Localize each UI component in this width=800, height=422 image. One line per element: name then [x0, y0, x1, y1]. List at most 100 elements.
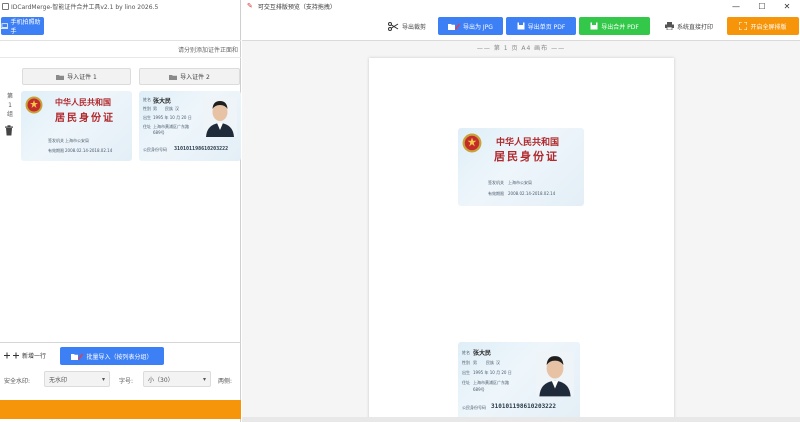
expand-icon: [739, 22, 748, 30]
app-icon: [2, 2, 9, 10]
export-jpg-button[interactable]: 导出为 JPG: [438, 17, 503, 35]
batch-import-label: 批量导入（按列表分组）: [86, 353, 153, 361]
maximize-button[interactable]: ☐: [749, 0, 775, 12]
id-number: 310101198610203222: [491, 403, 557, 410]
add-row-label: 新增一行: [22, 353, 47, 360]
divider: [242, 40, 800, 41]
address-line-2: 689号: [153, 130, 165, 135]
divider: [0, 57, 241, 58]
pen-icon: ✎: [247, 2, 253, 10]
left-window-titlebar: IDCardMerge-智能证件合并工具v2.1 by lino 2026.5: [0, 0, 240, 12]
nation-value: 汉: [175, 106, 179, 111]
name-label: 姓名: [143, 97, 151, 102]
folder-icon: [56, 74, 65, 80]
validity-value: 2008.02.14-2018.02.14: [508, 191, 556, 196]
fullscreen-layout-label: 开启全屏排版: [750, 23, 787, 31]
card-title: 居民身份证: [55, 113, 115, 124]
mobile-helper-button[interactable]: 手机拍照助手: [1, 17, 44, 35]
export-merged-pdf-label: 导出合并 PDF: [601, 23, 639, 31]
mobile-helper-label: 手机拍照助手: [10, 19, 41, 35]
folder-pen-icon: [71, 353, 84, 360]
page-label: —— 第 1 页 A4 画布 ——: [476, 45, 566, 52]
main-window: IDCardMerge-智能证件合并工具v2.1 by lino 2026.5 …: [0, 0, 241, 422]
horizontal-scrollbar[interactable]: [242, 417, 800, 422]
id-number: 310101198610203222: [174, 146, 229, 152]
left-window-title: IDCardMerge-智能证件合并工具v2.1 by lino 2026.5: [11, 3, 159, 11]
card-country: 中华人民共和国: [55, 98, 111, 107]
divider: [0, 342, 241, 343]
add-row-button[interactable]: 新增一行: [4, 348, 46, 363]
authority-value: 上海市公安局: [508, 180, 532, 185]
side-label: 两侧:: [218, 378, 233, 385]
preview-window-title: 可交互排版预览（支持拖拽）: [257, 3, 336, 11]
close-button[interactable]: ✕: [774, 0, 800, 12]
scissors-icon: [387, 21, 399, 31]
card-thumb-back[interactable]: 姓名 张大民 性别 男 民族 汉 出生 1995 年 10 月 20 日 住址 …: [139, 91, 241, 161]
authority-label: 签发机关: [488, 180, 504, 185]
import-front-button[interactable]: 导入证件 1: [22, 68, 131, 85]
card-title: 居民身份证: [494, 150, 559, 163]
divider: [0, 40, 241, 41]
canvas-card-front[interactable]: 中华人民共和国 居民身份证 签发机关 上海市公安局 有效期限 2008.02.1…: [458, 128, 584, 206]
crop-label: 导出裁剪: [401, 23, 426, 31]
generate-button[interactable]: [0, 400, 241, 419]
minimize-button[interactable]: —: [723, 0, 749, 12]
save-icon: [590, 22, 598, 30]
id-number-label: 公民身份号码: [143, 147, 167, 152]
toolbar: 导出裁剪 导出为 JPG 导出单页 PDF 导出合并 PDF 系统直接打印 开启…: [242, 12, 800, 40]
birth-label: 出生: [462, 370, 470, 375]
printer-icon: [664, 22, 674, 30]
name-value: 张大民: [473, 350, 492, 357]
import-front-label: 导入证件 1: [67, 74, 97, 81]
fullscreen-layout-button[interactable]: 开启全屏排版: [727, 17, 799, 35]
crop-button[interactable]: 导出裁剪: [380, 17, 434, 35]
name-value: 张大民: [153, 98, 172, 105]
font-size-label: 字号:: [119, 378, 134, 385]
folder-pen-icon: [448, 23, 461, 30]
watermark-label: 安全水印:: [4, 378, 31, 385]
export-pdf-button[interactable]: 导出单页 PDF: [506, 17, 576, 35]
birth-label: 出生: [143, 115, 151, 120]
a4-canvas[interactable]: 中华人民共和国 居民身份证 签发机关 上海市公安局 有效期限 2008.02.1…: [369, 58, 674, 422]
portrait-photo: [536, 351, 574, 397]
card-thumb-front[interactable]: 中华人民共和国 居民身份证 签发机关 上海市公安局 有效期限 2008.02.1…: [21, 91, 132, 161]
watermark-value: 无水印: [49, 376, 68, 384]
chevron-down-icon: ▾: [101, 375, 105, 383]
import-back-label: 导入证件 2: [180, 74, 210, 81]
name-label: 姓名: [462, 350, 470, 355]
address-label: 住址: [143, 124, 151, 129]
birth-value: 1995 年 10 月 20 日: [153, 115, 192, 120]
plus-icon: [4, 352, 19, 359]
address-line-2: 689号: [473, 387, 485, 392]
font-size-select[interactable]: 小（30） ▾: [143, 371, 211, 387]
hint-text: 请分别添加证件正面和: [177, 47, 238, 54]
authority-value: 上海市公安局: [65, 138, 89, 143]
address-label: 住址: [462, 380, 470, 385]
print-button[interactable]: 系统直接打印: [653, 17, 725, 35]
trash-icon[interactable]: [4, 125, 14, 136]
national-emblem-icon: [462, 133, 482, 153]
print-label: 系统直接打印: [676, 23, 713, 31]
sex-label: 性别: [143, 106, 151, 111]
nation-label: 民族: [165, 106, 173, 111]
font-size-value: 小（30）: [148, 376, 174, 384]
import-back-button[interactable]: 导入证件 2: [139, 68, 240, 85]
portrait-photo: [203, 97, 237, 137]
group-label: 第 1 组: [6, 93, 13, 118]
sex-label: 性别: [462, 360, 470, 365]
export-merged-pdf-button[interactable]: 导出合并 PDF: [579, 17, 650, 35]
validity-label: 有效期限: [488, 191, 504, 196]
address-line-1: 上海市黄浦区广东路: [473, 380, 509, 385]
export-pdf-label: 导出单页 PDF: [527, 23, 566, 31]
batch-import-button[interactable]: 批量导入（按列表分组）: [60, 347, 164, 365]
laptop-icon: [1, 23, 9, 29]
preview-titlebar: ✎ 可交互排版预览（支持拖拽）: [242, 0, 800, 12]
watermark-select[interactable]: 无水印 ▾: [44, 371, 110, 387]
sex-value: 男: [473, 360, 477, 365]
chevron-down-icon: ▾: [202, 375, 206, 383]
save-icon: [517, 22, 525, 30]
export-jpg-label: 导出为 JPG: [463, 23, 493, 31]
canvas-card-back[interactable]: 姓名 张大民 性别 男 民族 汉 出生 1995 年 10 月 20 日 住址 …: [458, 342, 580, 420]
nation-value: 汉: [496, 360, 500, 365]
folder-icon: [169, 74, 178, 80]
